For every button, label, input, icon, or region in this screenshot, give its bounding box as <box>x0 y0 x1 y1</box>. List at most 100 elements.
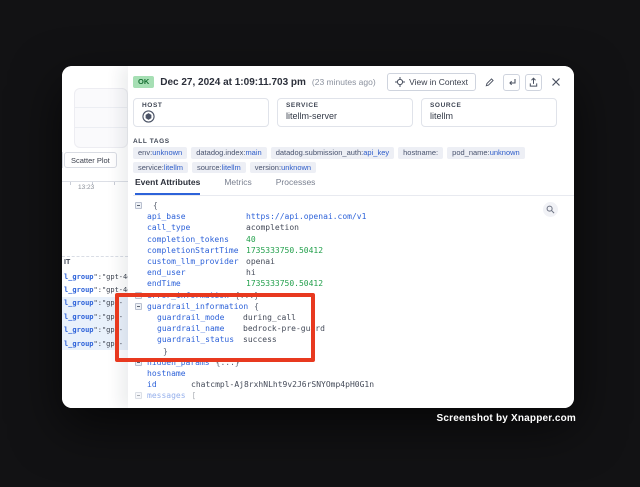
json-row: { <box>133 200 564 211</box>
log-list-item[interactable]: l_group":"gpt-4o <box>62 283 128 296</box>
log-key: l_group <box>64 286 94 294</box>
json-key: end_user <box>147 268 240 277</box>
collapse-toggle-icon[interactable] <box>135 202 142 209</box>
tag-pill[interactable]: env:unknown <box>133 147 187 159</box>
json-key: id <box>147 380 185 389</box>
tab[interactable]: Processes <box>276 177 316 195</box>
json-value: openai <box>246 257 275 266</box>
source-label: SOURCE <box>430 102 548 109</box>
view-in-context-button[interactable]: View in Context <box>387 73 476 91</box>
json-row: completion_tokens40 <box>133 234 564 245</box>
json-key: hostname <box>147 369 186 378</box>
json-value: 40 <box>246 235 256 244</box>
tag-pill[interactable]: hostname: <box>398 147 443 159</box>
collapse-toggle-icon[interactable] <box>135 303 142 310</box>
json-key: endTime <box>147 279 240 288</box>
json-row: hidden_params {...} <box>133 357 564 368</box>
json-key: hidden_params <box>147 358 210 367</box>
tag-key: env: <box>138 148 152 157</box>
log-list-item[interactable]: l_group":"gpt- <box>62 297 128 310</box>
json-row: guardrail_modeduring_call <box>133 312 564 323</box>
close-button[interactable] <box>547 74 564 91</box>
tab-bar: Event Attributes Metrics Processes <box>133 174 574 196</box>
background-list-card <box>74 88 128 148</box>
event-header-actions: View in Context <box>387 73 564 91</box>
export-button[interactable] <box>525 74 542 91</box>
json-brace: {...} <box>235 291 259 300</box>
tag-pill[interactable]: datadog.submission_auth:api_key <box>271 147 394 159</box>
log-list-item[interactable]: l_group":"gpt- <box>62 337 128 350</box>
divider <box>75 127 127 128</box>
tag-pill[interactable]: service:litellm <box>133 162 188 174</box>
tag-value: main <box>245 148 261 157</box>
tag-value: unknown <box>152 148 182 157</box>
json-value: 1735333750.50412 <box>246 279 323 288</box>
json-key: api_base <box>147 212 240 221</box>
tag-pill[interactable]: pod_name:unknown <box>447 147 525 159</box>
json-brace: } <box>163 347 168 356</box>
collapse-toggle-icon[interactable] <box>135 359 142 366</box>
search-attributes-button[interactable] <box>543 202 558 217</box>
json-value: chatcmpl-Aj8rxhNLht9v2J6rSNYOmp4pH0G1n <box>191 380 374 389</box>
host-box: HOST <box>133 98 269 127</box>
scope-icon <box>395 77 405 87</box>
divider <box>62 256 128 257</box>
json-row: completionStartTime1735333750.50412 <box>133 245 564 256</box>
log-rest: ":"gpt-4o <box>94 286 128 294</box>
json-row: guardrail_namebedrock-pre-guard <box>133 323 564 334</box>
json-brace: [ <box>192 391 197 400</box>
shortcuts-button[interactable] <box>503 74 520 91</box>
log-section-header: IT <box>64 259 70 266</box>
tag-pill[interactable]: version:unknown <box>250 162 316 174</box>
scatter-plot-label: Scatter Plot <box>71 156 110 165</box>
json-key: guardrail_information <box>147 302 248 311</box>
json-row: endTime 1735333750.50412 <box>133 278 564 289</box>
json-value: 1735333750.50412 <box>246 246 323 255</box>
tag-value: api_key <box>363 148 389 157</box>
json-row: } <box>133 345 564 356</box>
event-time-ago: (23 minutes ago) <box>312 77 376 87</box>
json-brace: { <box>254 302 259 311</box>
divider <box>75 107 127 108</box>
json-key: guardrail_status <box>157 335 237 344</box>
tag-key: datadog.submission_auth: <box>276 148 364 157</box>
scatter-plot-button[interactable]: Scatter Plot <box>64 152 117 168</box>
host-hexagon-icon <box>142 110 260 123</box>
xnapper-watermark: Screenshot by Xnapper.com <box>437 413 577 424</box>
json-key: call_type <box>147 223 240 232</box>
json-key: guardrail_mode <box>157 313 237 322</box>
tag-key: source: <box>197 163 222 172</box>
json-key: messages <box>147 391 186 400</box>
log-rest: ":"gpt- <box>94 326 124 334</box>
event-timestamp: Dec 27, 2024 at 1:09:11.703 pm <box>160 77 306 88</box>
edit-button[interactable] <box>481 74 498 91</box>
tab[interactable]: Event Attributes <box>135 177 200 195</box>
json-brace: {...} <box>216 358 240 367</box>
service-label: SERVICE <box>286 102 404 109</box>
log-list-item[interactable]: l_group":"gpt- <box>62 324 128 337</box>
tag-key: version: <box>255 163 281 172</box>
tag-value: unknown <box>490 148 520 157</box>
tab[interactable]: Metrics <box>224 177 251 195</box>
log-list: l_group":"gpt-4o l_group":"gpt-4o l_grou… <box>62 270 128 350</box>
collapse-toggle-icon[interactable] <box>135 392 142 399</box>
status-badge: OK <box>133 76 154 88</box>
collapse-toggle-icon[interactable] <box>135 292 142 299</box>
log-rest: ":"gpt- <box>94 313 124 321</box>
log-list-item[interactable]: l_group":"gpt-4o <box>62 270 128 283</box>
event-attributes-json: { api_base https://api.openai.com/v1 call… <box>133 200 564 408</box>
tag-pill[interactable]: datadog.index:main <box>191 147 266 159</box>
json-row: end_user hi <box>133 267 564 278</box>
json-row: id chatcmpl-Aj8rxhNLht9v2J6rSNYOmp4pH0G1n <box>133 379 564 390</box>
log-list-item[interactable]: l_group":"gpt- <box>62 310 128 323</box>
json-value: hi <box>246 268 256 277</box>
tag-value: litellm <box>164 163 183 172</box>
divider <box>62 152 63 168</box>
tag-key: service: <box>138 163 164 172</box>
host-label: HOST <box>142 102 260 109</box>
tag-pill[interactable]: source:litellm <box>192 162 246 174</box>
chart-time-axis <box>62 181 128 182</box>
event-detail-panel: OK Dec 27, 2024 at 1:09:11.703 pm (23 mi… <box>128 66 574 408</box>
json-value: https://api.openai.com/v1 <box>246 212 366 221</box>
json-row: api_base https://api.openai.com/v1 <box>133 211 564 222</box>
